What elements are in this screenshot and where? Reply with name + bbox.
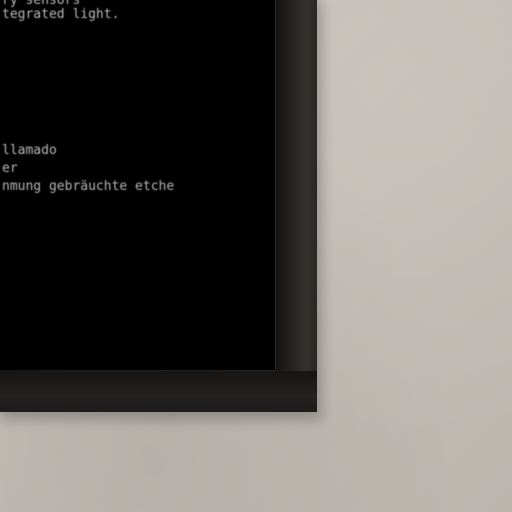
screen-text-line-5: er: [2, 161, 18, 176]
screen-text-line-2: tegrated light.: [2, 7, 120, 22]
screen-text-line-4: llamado: [2, 143, 57, 158]
frame-bottom-edge: [0, 371, 317, 412]
frame-right-edge: [276, 0, 317, 412]
screen-text-line-6: nmung gebräuchte etche: [2, 179, 175, 194]
framed-screen: ry sensors tegrated light. llamado er nm…: [0, 0, 275, 370]
picture-frame: ry sensors tegrated light. llamado er nm…: [0, 0, 317, 412]
